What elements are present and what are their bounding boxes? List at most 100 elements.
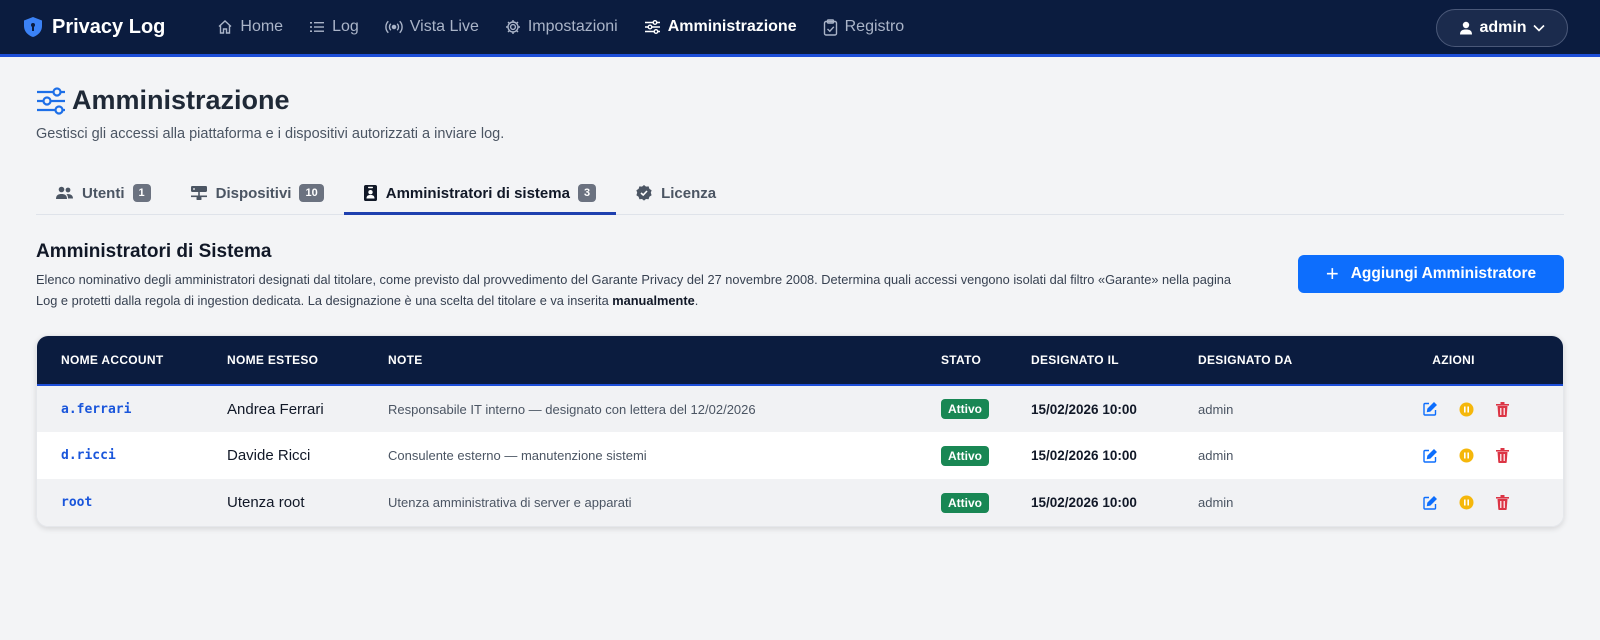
account-name[interactable]: a.ferrari bbox=[37, 385, 203, 432]
nav-item-log[interactable]: Log bbox=[297, 18, 371, 36]
delete-button[interactable] bbox=[1495, 401, 1509, 417]
nav-item-label: Amministrazione bbox=[667, 18, 797, 35]
tab-label: Utenti bbox=[82, 184, 125, 202]
pause-button[interactable] bbox=[1459, 495, 1474, 510]
edit-button[interactable] bbox=[1422, 495, 1437, 510]
col-note[interactable]: NOTE bbox=[364, 336, 917, 386]
pause-button[interactable] bbox=[1459, 448, 1474, 463]
trash-icon bbox=[1495, 495, 1509, 510]
edit-icon bbox=[1422, 448, 1437, 463]
add-admin-label: Aggiungi Amministratore bbox=[1350, 265, 1537, 282]
nav-item-label: Impostazioni bbox=[527, 18, 618, 35]
col-designated-on[interactable]: DESIGNATO IL bbox=[1007, 336, 1174, 386]
plus-icon: + bbox=[1325, 261, 1339, 286]
actions-cell bbox=[1344, 385, 1563, 432]
page-content: Amministrazione Gestisci gli accessi all… bbox=[0, 57, 1600, 527]
patch-check-icon bbox=[636, 185, 652, 201]
nav-item-home[interactable]: Home bbox=[205, 18, 295, 36]
person-badge-icon bbox=[363, 185, 377, 201]
top-navbar: Privacy Log Home Log Vista Live Impostaz… bbox=[0, 0, 1600, 57]
tab-system-admins[interactable]: Amministratori di sistema 3 bbox=[343, 172, 617, 215]
note: Utenza amministrativa di server e appara… bbox=[388, 495, 632, 510]
pause-icon bbox=[1459, 448, 1473, 463]
count-badge: 3 bbox=[577, 184, 597, 202]
nav-item-label: Registro bbox=[844, 18, 905, 35]
pause-icon bbox=[1459, 402, 1473, 416]
brand[interactable]: Privacy Log bbox=[24, 16, 165, 39]
page-title: Amministrazione bbox=[72, 85, 290, 115]
edit-button[interactable] bbox=[1422, 402, 1437, 416]
pause-icon bbox=[1459, 495, 1473, 510]
tab-devices[interactable]: Dispositivi 10 bbox=[171, 172, 344, 214]
pause-button[interactable] bbox=[1459, 402, 1474, 417]
row-actions bbox=[1368, 448, 1563, 463]
delete-button[interactable] bbox=[1495, 495, 1509, 510]
add-admin-button[interactable]: + Aggiungi Amministratore bbox=[1298, 255, 1564, 293]
tab-users[interactable]: Utenti 1 bbox=[36, 172, 171, 214]
nav-item-live[interactable]: Vista Live bbox=[373, 18, 491, 36]
sliders-icon bbox=[644, 20, 660, 34]
brand-name: Privacy Log bbox=[52, 15, 166, 38]
designated-by: admin bbox=[1198, 495, 1234, 510]
nav-item-label: Vista Live bbox=[409, 18, 479, 35]
table-row: a.ferrari Andrea Ferrari Responsabile IT… bbox=[37, 385, 1563, 432]
admins-table-card: NOME ACCOUNT NOME ESTESO NOTE STATO DESI… bbox=[36, 335, 1564, 527]
trash-icon bbox=[1495, 401, 1509, 417]
designated-on: 15/02/2026 10:00 bbox=[1031, 401, 1137, 417]
clipboard-check-icon bbox=[823, 18, 837, 36]
row-actions bbox=[1368, 495, 1563, 510]
status-cell: Attivo bbox=[917, 479, 1007, 526]
title-row: Amministrazione bbox=[36, 85, 1564, 116]
nav-item-label: Log bbox=[332, 18, 359, 35]
page-subtitle: Gestisci gli accessi alla piattaforma e … bbox=[36, 126, 505, 142]
tab-license[interactable]: Licenza bbox=[616, 172, 736, 214]
full-name: Utenza root bbox=[227, 494, 305, 511]
shield-icon bbox=[24, 17, 42, 37]
tab-label: Licenza bbox=[661, 184, 717, 202]
user-name: admin bbox=[1479, 19, 1527, 36]
trash-icon bbox=[1495, 448, 1509, 463]
user-menu-button[interactable]: admin bbox=[1436, 9, 1568, 47]
col-account[interactable]: NOME ACCOUNT bbox=[37, 336, 203, 386]
description-bold: manualmente bbox=[612, 293, 695, 308]
account-name[interactable]: d.ricci bbox=[37, 432, 203, 479]
note: Consulente esterno — manutenzione sistem… bbox=[388, 448, 647, 463]
delete-button[interactable] bbox=[1495, 448, 1509, 463]
col-actions: AZIONI bbox=[1344, 336, 1563, 386]
status-cell: Attivo bbox=[917, 385, 1007, 432]
account-name[interactable]: root bbox=[37, 479, 203, 526]
people-icon bbox=[56, 186, 73, 199]
sliders-icon bbox=[37, 86, 65, 115]
count-badge: 10 bbox=[299, 184, 324, 202]
status-badge: Attivo bbox=[941, 492, 989, 513]
designated-by: admin bbox=[1198, 448, 1234, 463]
status-badge: Attivo bbox=[941, 399, 989, 419]
description-end: . bbox=[694, 293, 699, 308]
broadcast-icon bbox=[385, 20, 403, 34]
nav-item-settings[interactable]: Impostazioni bbox=[493, 18, 630, 36]
status-badge: Attivo bbox=[941, 445, 989, 466]
col-status[interactable]: STATO bbox=[917, 336, 1007, 386]
col-designated-by[interactable]: DESIGNATO DA bbox=[1174, 336, 1344, 386]
designated-on: 15/02/2026 10:00 bbox=[1031, 448, 1137, 463]
edit-button[interactable] bbox=[1422, 448, 1437, 463]
table-header-row: NOME ACCOUNT NOME ESTESO NOTE STATO DESI… bbox=[37, 336, 1563, 386]
tab-label: Amministratori di sistema bbox=[385, 184, 570, 202]
table-row: d.ricci Davide Ricci Consulente esterno … bbox=[37, 432, 1563, 479]
nav-menu: Home Log Vista Live Impostazioni Amminis… bbox=[205, 18, 918, 36]
col-fullname[interactable]: NOME ESTESO bbox=[203, 336, 364, 386]
table-row: root Utenza root Utenza amministrativa d… bbox=[37, 479, 1563, 526]
section-header: Amministratori di Sistema Elenco nominat… bbox=[36, 241, 1564, 311]
chevron-down-icon bbox=[1532, 24, 1545, 32]
admins-table: NOME ACCOUNT NOME ESTESO NOTE STATO DESI… bbox=[37, 336, 1563, 526]
nav-item-registry[interactable]: Registro bbox=[811, 18, 917, 36]
nav-item-admin[interactable]: Amministrazione bbox=[632, 18, 809, 36]
section-description: Elenco nominativo degli amministratori d… bbox=[36, 269, 1251, 311]
edit-icon bbox=[1422, 495, 1437, 510]
person-icon bbox=[1460, 21, 1473, 35]
designated-on: 15/02/2026 10:00 bbox=[1031, 495, 1137, 510]
home-icon bbox=[218, 20, 232, 34]
tab-label: Dispositivi bbox=[215, 184, 292, 202]
note: Responsabile IT interno — designato con … bbox=[388, 401, 756, 417]
gear-icon bbox=[505, 20, 520, 34]
